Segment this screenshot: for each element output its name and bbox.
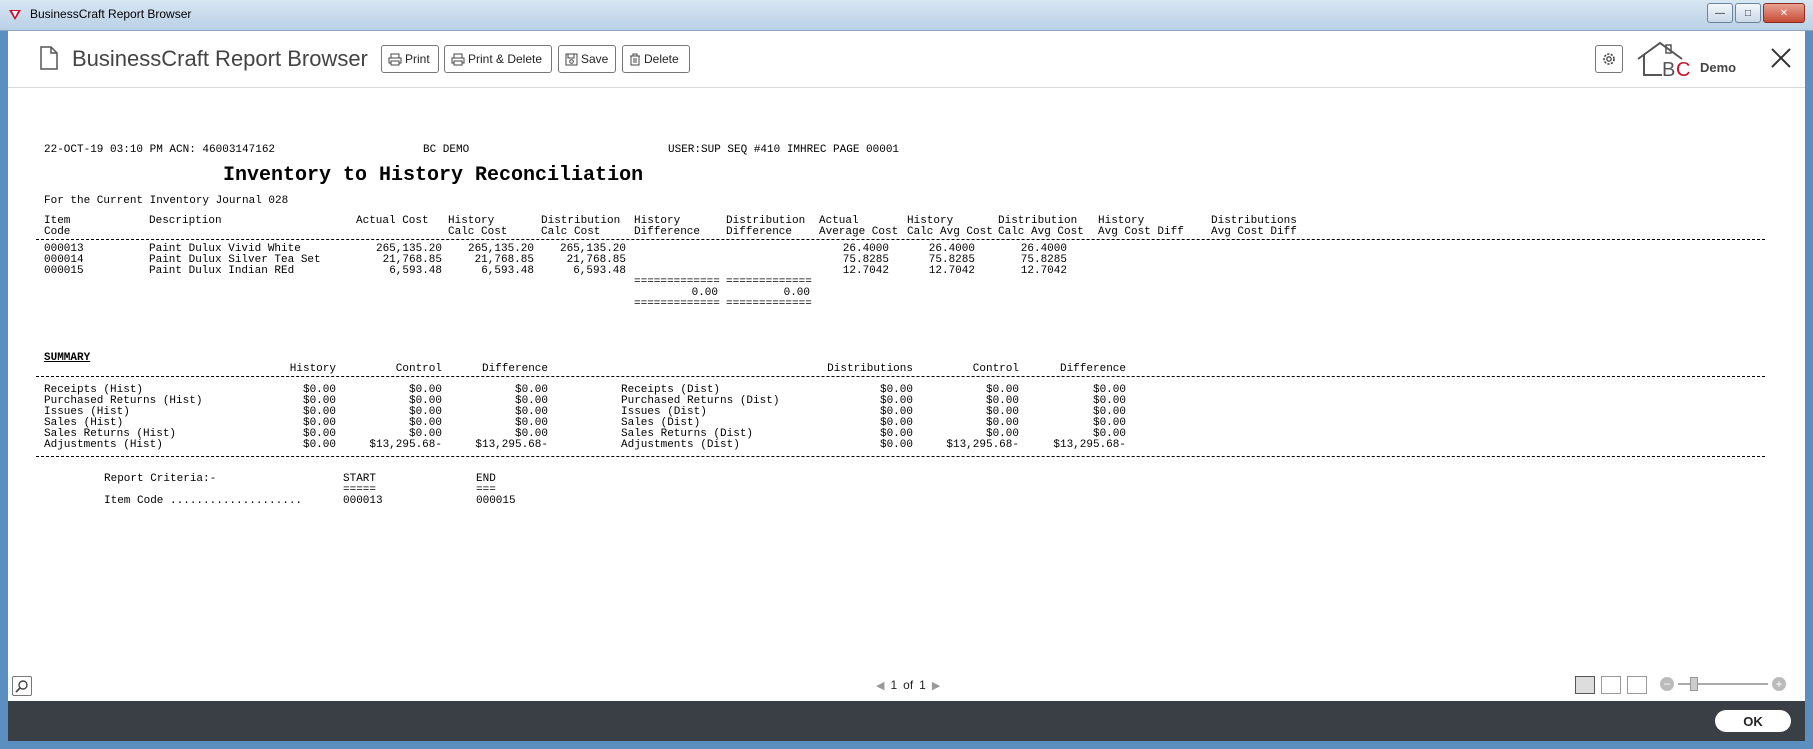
criteria-item-end: 000015: [476, 495, 516, 507]
ok-button[interactable]: OK: [1715, 710, 1791, 732]
next-page-icon[interactable]: ▶: [932, 679, 940, 692]
summary-value: $13,295.68-: [1053, 439, 1126, 451]
footer-bar: OK: [8, 701, 1805, 741]
summary-value: $13,295.68-: [475, 439, 548, 451]
divider: [36, 456, 1765, 457]
item-code: 000015: [44, 265, 84, 277]
col-header: Actual Cost: [356, 215, 429, 227]
app-title: BusinessCraft Report Browser: [72, 46, 368, 71]
col-header: Distribution Difference: [726, 215, 806, 238]
report-browser-frame: BusinessCraft Report Browser Print Print…: [8, 31, 1805, 741]
col-header: Description: [149, 215, 222, 227]
previous-page-icon[interactable]: ◀: [876, 679, 884, 692]
summary-col-header: History: [289, 363, 336, 375]
floppy-disk-icon: [565, 53, 578, 65]
pager: ◀ 1 of 1 ▶: [876, 678, 940, 692]
item-description: Paint Dulux Indian REd: [149, 265, 295, 277]
report-header-company: BC DEMO: [423, 144, 470, 156]
print-label: Print: [405, 52, 430, 66]
app-icon: [9, 10, 21, 20]
totals-rule: =============: [726, 298, 812, 310]
find-button[interactable]: [12, 676, 32, 696]
summary-col-header: Distributions: [827, 363, 913, 375]
delete-label: Delete: [644, 52, 679, 66]
summary-col-header: Difference: [481, 363, 548, 375]
trash-icon: [630, 53, 640, 65]
businesscraft-logo: B C: [1637, 41, 1690, 79]
window-title: BusinessCraft Report Browser: [30, 7, 192, 21]
criteria-label: Report Criteria:-: [104, 473, 217, 485]
settings-button[interactable]: [1595, 45, 1623, 73]
summary-col-header: Control: [395, 363, 442, 375]
col-header: Distribution Calc Cost: [541, 215, 621, 238]
delete-button[interactable]: Delete: [622, 45, 690, 73]
svg-text:B: B: [1662, 59, 1675, 79]
print-delete-button[interactable]: Print & Delete: [444, 45, 552, 73]
print-delete-label: Print & Delete: [468, 52, 543, 66]
print-button[interactable]: Print: [381, 45, 439, 73]
view-mode-group: [1575, 676, 1647, 694]
totals-rule: =============: [634, 298, 720, 310]
summary-heading: SUMMARY: [44, 352, 91, 364]
minimize-button[interactable]: —: [1707, 3, 1733, 23]
toolbar: BusinessCraft Report Browser Print Print…: [8, 31, 1805, 88]
distribution-calc-cost: 6,593.48: [573, 265, 626, 277]
col-header: History Avg Cost Diff: [1098, 215, 1184, 238]
actual-cost: 6,593.48: [389, 265, 442, 277]
history-calc-avg-cost: 12.7042: [928, 265, 975, 277]
two-page-view-button[interactable]: [1601, 676, 1621, 694]
document-icon: [40, 46, 58, 70]
magnifier-icon: [15, 680, 28, 693]
save-label: Save: [581, 52, 609, 66]
col-header: Distribution Calc Avg Cost: [998, 215, 1084, 238]
summary-label: Adjustments (Hist): [44, 439, 163, 451]
zoom-control: − +: [1660, 677, 1786, 691]
summary-label: Adjustments (Dist): [621, 439, 740, 451]
criteria-item-start: 000013: [343, 495, 383, 507]
summary-col-header: Difference: [1059, 363, 1126, 375]
page-total: 1: [919, 678, 926, 692]
col-header: Item Code: [44, 215, 71, 238]
summary-value: $0.00: [302, 439, 336, 451]
page-of-label: of: [903, 678, 914, 692]
close-icon[interactable]: [1770, 47, 1792, 69]
zoom-out-icon[interactable]: −: [1660, 677, 1674, 691]
page-current: 1: [890, 678, 898, 692]
summary-value: $13,295.68-: [369, 439, 442, 451]
zoom-slider-handle[interactable]: [1690, 677, 1698, 691]
report-title: Inventory to History Reconciliation: [223, 164, 644, 187]
distribution-calc-avg-cost: 12.7042: [1020, 265, 1067, 277]
maximize-button[interactable]: □: [1735, 3, 1761, 23]
col-header: Distributions Avg Cost Diff: [1211, 215, 1297, 238]
single-page-view-button[interactable]: [1575, 676, 1595, 694]
report-header-right: USER:SUP SEQ #410 IMHREC PAGE 00001: [668, 144, 900, 156]
history-calc-cost: 6,593.48: [481, 265, 534, 277]
divider: [36, 376, 1765, 377]
zoom-slider[interactable]: [1678, 677, 1768, 691]
window-close-button[interactable]: ✕: [1763, 3, 1805, 23]
printer-icon: [388, 53, 402, 65]
gear-icon: [1603, 53, 1615, 65]
summary-value: $0.00: [879, 439, 913, 451]
company-label: Demo: [1700, 60, 1737, 75]
summary-value: $13,295.68-: [946, 439, 1019, 451]
window-titlebar: BusinessCraft Report Browser — □ ✕: [0, 0, 1813, 31]
col-header: History Difference: [634, 215, 701, 238]
criteria-item-label: Item Code ....................: [104, 495, 303, 507]
report-header-left: 22-OCT-19 03:10 PM ACN: 46003147162: [44, 144, 276, 156]
actual-average-cost: 12.7042: [842, 265, 889, 277]
divider: [36, 239, 1765, 240]
save-button[interactable]: Save: [558, 45, 616, 73]
svg-text:C: C: [1676, 59, 1690, 79]
col-header: Actual Average Cost: [819, 215, 899, 238]
report-subtitle: For the Current Inventory Journal 028: [44, 195, 289, 207]
multi-page-view-button[interactable]: [1627, 676, 1647, 694]
printer-icon: [451, 53, 465, 65]
zoom-in-icon[interactable]: +: [1772, 677, 1786, 691]
col-header: History Calc Avg Cost: [907, 215, 993, 238]
summary-col-header: Control: [972, 363, 1019, 375]
col-header: History Calc Cost: [448, 215, 508, 238]
